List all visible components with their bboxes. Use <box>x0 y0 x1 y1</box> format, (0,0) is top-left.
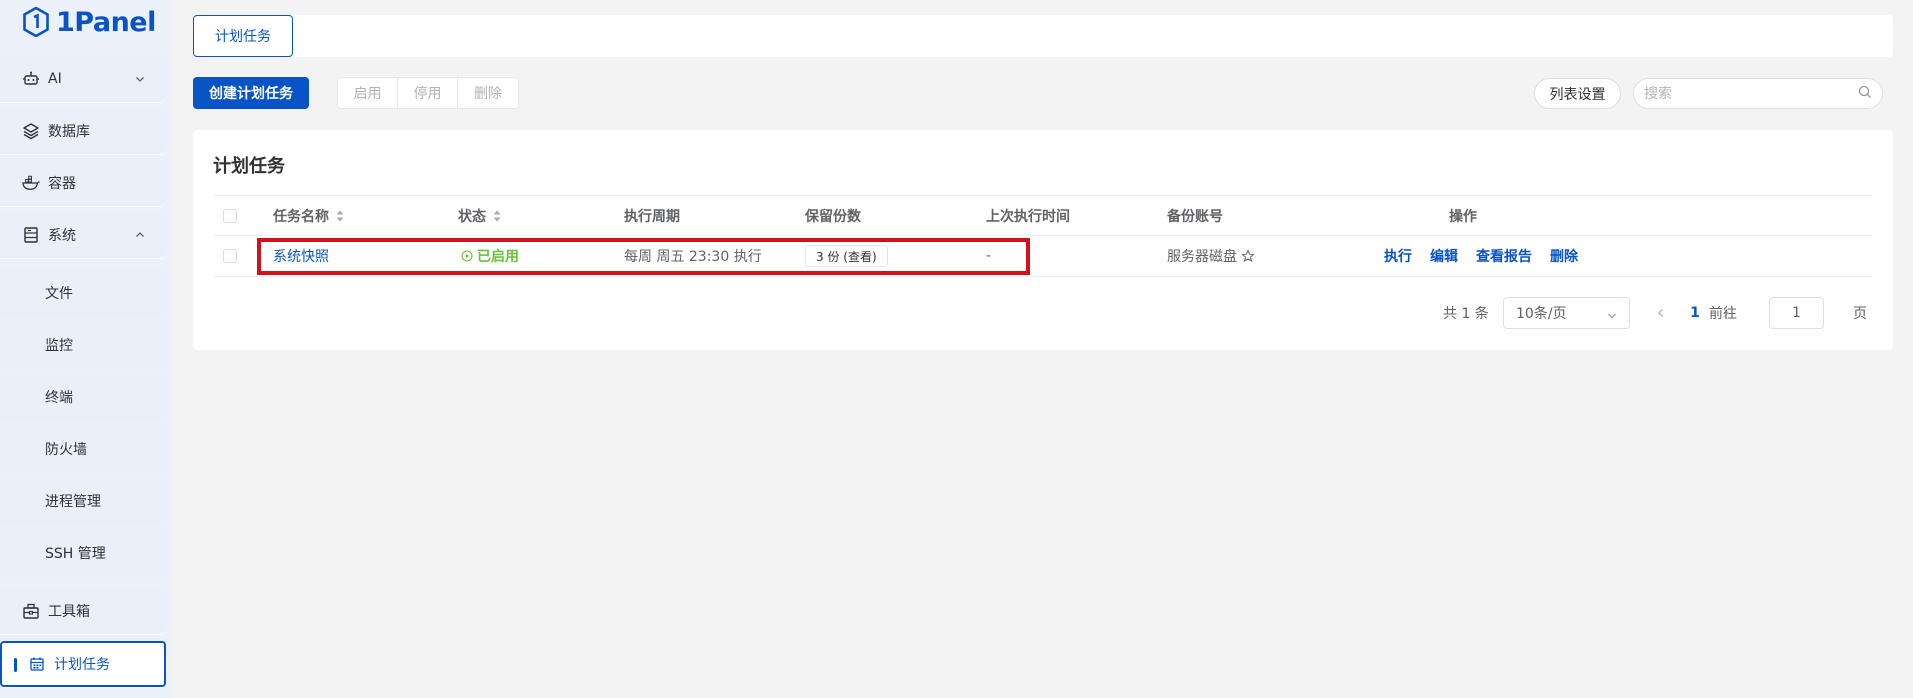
app-logo[interactable]: 1Panel <box>22 0 156 44</box>
sidebar-item-label: 容器 <box>48 176 76 192</box>
play-circle-icon <box>461 250 473 262</box>
page-size-value: 10条/页 <box>1516 306 1567 322</box>
sort-icon <box>336 210 344 222</box>
card-title: 计划任务 <box>213 156 285 177</box>
status-text: 已启用 <box>477 249 519 265</box>
page-number-current[interactable]: 1 <box>1688 297 1702 329</box>
delete-button[interactable]: 删除 <box>458 78 518 108</box>
sidebar-subitem-label: 防火墙 <box>45 442 87 458</box>
sidebar-item-label: 系统 <box>48 228 76 244</box>
col-name-label: 任务名称 <box>273 209 329 225</box>
sidebar-subitem-label: 监控 <box>45 338 73 354</box>
sidebar-subitem-monitor[interactable]: 监控 <box>0 321 166 369</box>
sidebar-subitem-ssh[interactable]: SSH 管理 <box>0 529 166 577</box>
tab-bar: 计划任务 <box>193 15 1893 57</box>
star-icon <box>1241 249 1255 263</box>
pagination-total: 共 1 条 <box>1443 306 1489 322</box>
calendar-icon <box>28 655 46 673</box>
active-indicator <box>14 658 17 672</box>
goto-label: 前往 <box>1709 306 1737 322</box>
backup-account-cell: 服务器磁盘 <box>1167 236 1255 276</box>
sidebar-item-label: 计划任务 <box>54 657 110 673</box>
chevron-down-icon <box>134 73 146 85</box>
chevron-left-icon <box>1658 309 1663 317</box>
search-input[interactable] <box>1644 85 1858 102</box>
sidebar-subitem-files[interactable]: 文件 <box>0 269 166 317</box>
create-cronjob-button[interactable]: 创建计划任务 <box>193 77 309 109</box>
col-status-label: 状态 <box>458 209 486 225</box>
select-all-checkbox[interactable] <box>223 209 237 223</box>
sidebar-subitem-label: 文件 <box>45 286 73 302</box>
run-action[interactable]: 执行 <box>1384 246 1412 266</box>
batch-action-group: 启用 停用 删除 <box>337 77 519 109</box>
row-checkbox[interactable] <box>223 249 237 263</box>
status-cell: 已启用 <box>461 236 519 276</box>
col-name[interactable]: 任务名称 <box>273 196 345 236</box>
sidebar-subitem-process[interactable]: 进程管理 <box>0 477 166 525</box>
col-retain: 保留份数 <box>805 209 861 225</box>
delete-action[interactable]: 删除 <box>1550 246 1578 266</box>
1panel-logo-icon <box>22 6 50 38</box>
col-actions: 操作 <box>1449 209 1477 225</box>
cronjob-table: 任务名称 状态 执行周期 保留份数 上次执行时间 备份账号 操作 系统快照 已启… <box>213 195 1873 277</box>
layers-icon <box>22 122 40 140</box>
sidebar-item-ai[interactable]: AI <box>0 56 166 102</box>
last-run-cell: - <box>986 248 992 264</box>
goto-page-input[interactable] <box>1769 297 1824 329</box>
cronjob-card: 计划任务 任务名称 状态 执行周期 保留份数 上次执行时间 备份账号 操作 系统… <box>193 130 1893 350</box>
period-cell: 每周 周五 23:30 执行 <box>624 249 762 265</box>
view-report-action[interactable]: 查看报告 <box>1476 246 1532 266</box>
search-box <box>1633 78 1883 109</box>
toolbox-icon <box>22 602 40 620</box>
chevron-up-icon <box>134 229 146 241</box>
table-row: 系统快照 已启用 每周 周五 23:30 执行 3 份 (查看) - 服务器磁盘… <box>213 236 1873 277</box>
sidebar-item-cronjob[interactable]: 计划任务 <box>0 641 166 687</box>
retain-cell: 3 份 (查看) <box>805 236 888 276</box>
sidebar-subitem-label: 终端 <box>45 390 73 406</box>
list-settings-button[interactable]: 列表设置 <box>1534 78 1621 109</box>
sidebar-item-system[interactable]: 系统 <box>0 212 166 258</box>
col-last-run: 上次执行时间 <box>986 209 1070 225</box>
enable-button[interactable]: 启用 <box>338 78 398 108</box>
sidebar-item-container[interactable]: 容器 <box>0 160 166 206</box>
sidebar-subitem-label: 进程管理 <box>45 494 101 510</box>
sidebar-subitem-label: SSH 管理 <box>45 546 106 562</box>
sort-icon <box>493 210 501 222</box>
chevron-down-icon <box>1607 309 1617 319</box>
col-backup-account: 备份账号 <box>1167 209 1223 225</box>
row-select-cell <box>223 236 237 276</box>
sidebar-subitem-terminal[interactable]: 终端 <box>0 373 166 421</box>
server-icon <box>22 226 40 244</box>
backup-account-text: 服务器磁盘 <box>1167 249 1237 265</box>
sidebar-item-label: AI <box>48 71 62 87</box>
tab-cronjob[interactable]: 计划任务 <box>193 15 293 57</box>
edit-action[interactable]: 编辑 <box>1430 246 1458 266</box>
table-header: 任务名称 状态 执行周期 保留份数 上次执行时间 备份账号 操作 <box>213 195 1873 236</box>
prev-page-button[interactable] <box>1651 297 1671 329</box>
page-size-select[interactable]: 10条/页 <box>1503 297 1630 329</box>
status-badge[interactable]: 已启用 <box>461 246 519 266</box>
select-all-cell <box>223 196 237 236</box>
sidebar-item-toolbox[interactable]: 工具箱 <box>0 588 166 634</box>
page-suffix: 页 <box>1853 306 1867 322</box>
sidebar: 1Panel AI 数据库 容器 系统 文件 监控 终端 防火墙 进程管理 SS… <box>0 0 172 698</box>
disable-button[interactable]: 停用 <box>398 78 458 108</box>
retain-copies-button[interactable]: 3 份 (查看) <box>805 245 888 267</box>
logo-text: 1Panel <box>56 6 156 38</box>
sidebar-subitem-firewall[interactable]: 防火墙 <box>0 425 166 473</box>
sidebar-item-label: 工具箱 <box>48 604 90 620</box>
robot-icon <box>22 70 40 88</box>
search-icon[interactable] <box>1858 85 1872 103</box>
col-status[interactable]: 状态 <box>458 196 502 236</box>
col-period: 执行周期 <box>624 209 680 225</box>
sidebar-item-database[interactable]: 数据库 <box>0 108 166 154</box>
task-name-link[interactable]: 系统快照 <box>273 246 329 266</box>
sidebar-item-label: 数据库 <box>48 124 90 140</box>
docker-whale-icon <box>22 174 40 192</box>
actions-cell: 执行 编辑 查看报告 删除 <box>1384 236 1596 276</box>
task-name-cell: 系统快照 <box>273 236 329 276</box>
